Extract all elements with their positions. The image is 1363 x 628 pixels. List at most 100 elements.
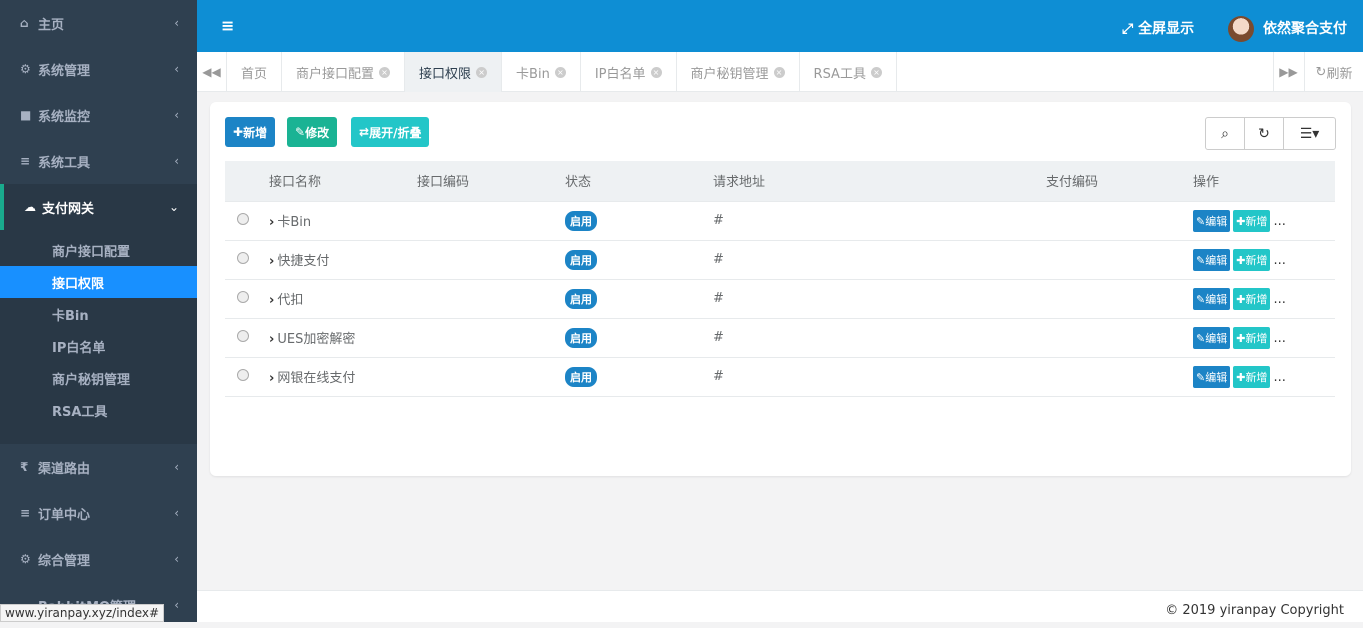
gear-icon: ⚙ — [20, 62, 31, 76]
close-icon[interactable]: × — [476, 66, 488, 78]
radio-button[interactable] — [237, 251, 249, 264]
refresh-button[interactable]: ↻ 刷新 — [1304, 52, 1363, 92]
row-edit-button[interactable]: ✎编辑 — [1193, 248, 1231, 271]
close-icon[interactable]: × — [870, 66, 882, 78]
edit-icon: ✎ — [1196, 370, 1206, 384]
header-url: 请求地址 — [713, 161, 1046, 202]
tabs: 首页 商户接口配置 × 接口权限 × 卡Bin × IP白名单 × 商户秘钥管理… — [227, 52, 897, 92]
chevron-right-icon[interactable]: › — [269, 371, 274, 386]
nav-item-lower-0[interactable]: ₹ 渠道路由 ‹ — [0, 444, 197, 490]
nav-item-2[interactable]: ■ 系统监控 ‹ — [0, 92, 197, 138]
subnav-item[interactable]: 商户秘钥管理 — [0, 362, 197, 394]
fullscreen-button[interactable]: ⤢ 全屏显示 — [1122, 18, 1194, 38]
subnav-item[interactable]: 商户接口配置 — [0, 234, 197, 266]
row-edit-label: 编辑 — [1205, 253, 1228, 267]
row-edit-button[interactable]: ✎编辑 — [1193, 365, 1231, 388]
row-select[interactable] — [225, 201, 269, 241]
nav-item-payment-gateway[interactable]: ☁ 支付网关 ⌄ — [0, 184, 197, 230]
radio-button[interactable] — [237, 212, 249, 225]
chevron-left-icon: ‹ — [174, 16, 179, 30]
chevron-left-icon: ‹ — [174, 552, 179, 566]
chevron-right-icon[interactable]: › — [269, 293, 274, 308]
nav-item-0[interactable]: ⌂ 主页 ‹ — [0, 0, 197, 46]
avatar[interactable] — [1228, 16, 1254, 42]
cell-pay-code — [1046, 279, 1193, 319]
tab[interactable]: 接口权限 × — [405, 52, 503, 92]
more-icon[interactable]: ... — [1273, 370, 1285, 385]
refresh-icon[interactable]: ↻ — [1245, 118, 1284, 149]
more-icon[interactable]: ... — [1273, 214, 1285, 229]
add-button[interactable]: ✚ 新增 — [225, 117, 276, 147]
table-row[interactable]: › 卡Bin 启用 # ✎编辑 ✚新增... — [225, 201, 1335, 241]
close-icon[interactable]: × — [379, 66, 391, 78]
subnav: 商户接口配置 接口权限 卡Bin IP白名单 商户秘钥管理 RSA工具 — [0, 230, 197, 444]
tab[interactable]: 卡Bin × — [502, 52, 581, 92]
more-icon[interactable]: ... — [1273, 253, 1285, 268]
table-row[interactable]: › 快捷支付 启用 # ✎编辑 ✚新增... — [225, 240, 1335, 280]
data-table: 接口名称 接口编码 状态 请求地址 支付编码 操作 › 卡Bin 启用 # ✎编辑… — [225, 161, 1335, 397]
nav-label: 系统管理 — [38, 63, 91, 79]
status-badge: 启用 — [565, 366, 597, 387]
chevron-right-icon[interactable]: › — [269, 332, 274, 347]
home-icon: ⌂ — [20, 16, 29, 30]
cell-actions: ✎编辑 ✚新增... — [1193, 357, 1335, 397]
table-row[interactable]: › UES加密解密 启用 # ✎编辑 ✚新增... — [225, 318, 1335, 358]
nav-item-3[interactable]: ≡ 系统工具 ‹ — [0, 138, 197, 184]
radio-button[interactable] — [237, 329, 249, 342]
cell-pay-code — [1046, 318, 1193, 358]
row-edit-button[interactable]: ✎编辑 — [1193, 209, 1231, 232]
columns-icon[interactable]: ☰▾ — [1284, 118, 1335, 149]
close-icon[interactable]: × — [650, 66, 662, 78]
row-add-button[interactable]: ✚新增 — [1233, 365, 1271, 388]
subnav-item[interactable]: 卡Bin — [0, 298, 197, 330]
row-add-button[interactable]: ✚新增 — [1233, 287, 1271, 310]
tab[interactable]: RSA工具 × — [800, 52, 897, 92]
header-actions: 操作 — [1193, 161, 1335, 202]
row-select[interactable] — [225, 357, 269, 397]
nav-item-1[interactable]: ⚙ 系统管理 ‹ — [0, 46, 197, 92]
row-select[interactable] — [225, 279, 269, 319]
row-edit-button[interactable]: ✎编辑 — [1193, 287, 1231, 310]
row-add-label: 新增 — [1245, 253, 1268, 267]
subnav-item[interactable]: 接口权限 — [0, 266, 197, 298]
nav-item-lower-2[interactable]: ⚙ 综合管理 ‹ — [0, 536, 197, 582]
search-icon[interactable]: ⌕ — [1206, 118, 1245, 149]
close-icon[interactable]: × — [773, 66, 785, 78]
tab[interactable]: 首页 — [227, 52, 283, 92]
cell-code — [417, 240, 565, 280]
subnav-item[interactable]: IP白名单 — [0, 330, 197, 362]
tab[interactable]: 商户秘钥管理 × — [677, 52, 800, 92]
row-edit-button[interactable]: ✎编辑 — [1193, 326, 1231, 349]
expand-collapse-button[interactable]: ⇄ 展开/折叠 — [351, 117, 430, 147]
row-add-button[interactable]: ✚新增 — [1233, 326, 1271, 349]
cell-url: # — [713, 357, 1046, 397]
cell-code — [417, 201, 565, 241]
table-row[interactable]: › 网银在线支付 启用 # ✎编辑 ✚新增... — [225, 357, 1335, 397]
chevron-right-icon[interactable]: › — [269, 254, 274, 269]
tab[interactable]: IP白名单 × — [581, 52, 677, 92]
tab-scroll-right-icon[interactable]: ▶▶ — [1273, 52, 1303, 92]
tab[interactable]: 商户接口配置 × — [282, 52, 406, 92]
status-badge: 启用 — [565, 210, 597, 231]
nav-label: 订单中心 — [38, 507, 91, 523]
row-add-button[interactable]: ✚新增 — [1233, 209, 1271, 232]
row-select[interactable] — [225, 240, 269, 280]
close-icon[interactable]: × — [554, 66, 566, 78]
copyright: © 2019 yiranpay Copyright — [1165, 603, 1344, 618]
edit-button[interactable]: ✎ 修改 — [287, 117, 338, 147]
more-icon[interactable]: ... — [1273, 331, 1285, 346]
row-add-button[interactable]: ✚新增 — [1233, 248, 1271, 271]
menu-toggle-icon[interactable]: ≡ — [221, 16, 234, 35]
radio-button[interactable] — [237, 368, 249, 381]
chevron-right-icon[interactable]: › — [269, 215, 274, 230]
more-icon[interactable]: ... — [1273, 292, 1285, 307]
subnav-item[interactable]: RSA工具 — [0, 394, 197, 426]
table-row[interactable]: › 代扣 启用 # ✎编辑 ✚新增... — [225, 279, 1335, 319]
tab-scroll-left-icon[interactable]: ◀◀ — [197, 52, 227, 92]
user-name[interactable]: 依然聚合支付 — [1263, 18, 1347, 38]
radio-button[interactable] — [237, 290, 249, 303]
nav-label: 支付网关 — [42, 201, 95, 217]
chevron-left-icon: ‹ — [174, 154, 179, 168]
nav-item-lower-1[interactable]: ≡ 订单中心 ‹ — [0, 490, 197, 536]
row-select[interactable] — [225, 318, 269, 358]
